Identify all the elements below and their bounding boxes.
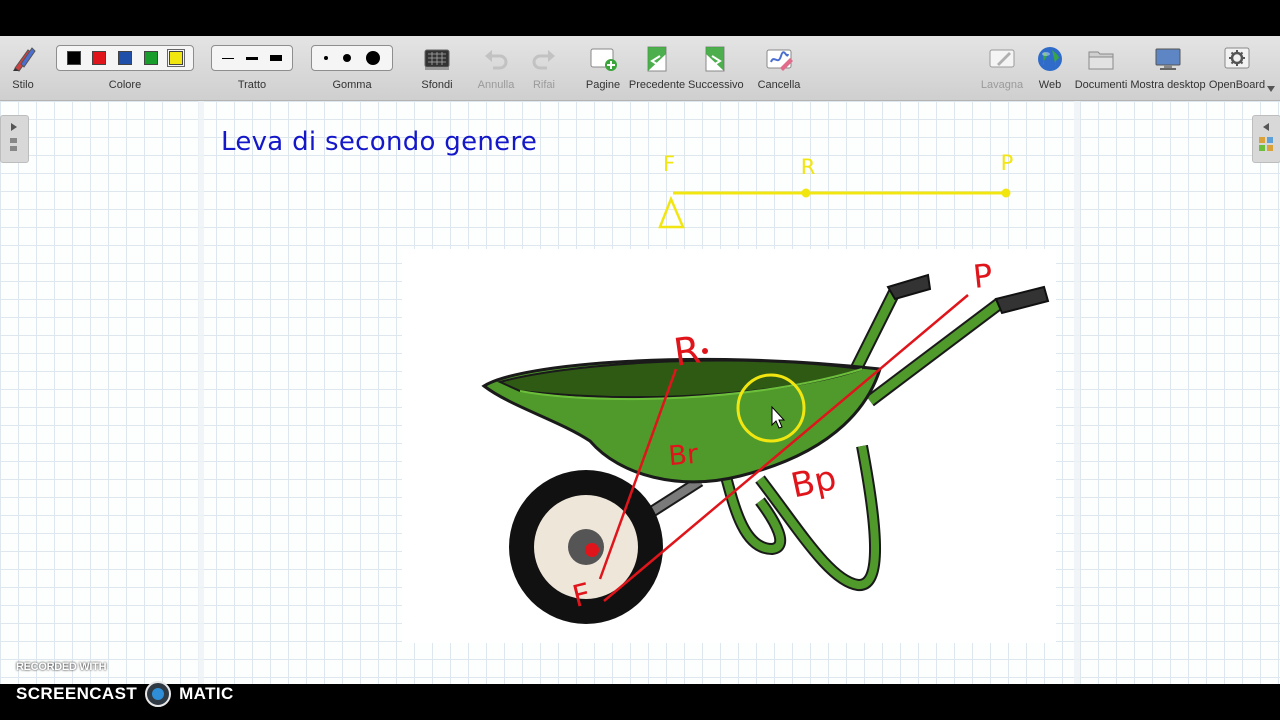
pages-button[interactable]: Pagine bbox=[582, 36, 624, 100]
web-label: Web bbox=[1038, 79, 1062, 91]
toolbar: Stilo Colore Tratto Gomma Sfondi Annulla… bbox=[0, 36, 1280, 101]
eraser-label: Gomma bbox=[332, 79, 372, 91]
openboard-label: OpenBoard bbox=[1208, 79, 1266, 91]
backgrounds-icon bbox=[424, 49, 450, 70]
show-desktop-button[interactable]: Mostra desktop bbox=[1130, 36, 1206, 100]
show-desktop-label: Mostra desktop bbox=[1130, 79, 1206, 91]
previous-label: Precedente bbox=[628, 79, 686, 91]
add-page-icon bbox=[590, 48, 617, 71]
previous-page-icon bbox=[647, 46, 667, 72]
redo-label: Rifai bbox=[532, 79, 555, 91]
redo-icon bbox=[532, 50, 555, 70]
stylus-button[interactable]: Stilo bbox=[2, 36, 44, 100]
lever-label-r: R bbox=[801, 155, 816, 179]
clear-label: Cancella bbox=[757, 79, 801, 91]
stroke-thin-button[interactable] bbox=[222, 57, 234, 59]
chevron-down-icon bbox=[1267, 86, 1275, 92]
watermark-brand-left: SCREENCAST bbox=[16, 684, 138, 703]
folder-icon bbox=[1088, 51, 1114, 70]
left-panel-icon bbox=[10, 123, 17, 151]
color-yellow-swatch[interactable] bbox=[167, 49, 186, 67]
lever-resistance-point bbox=[801, 188, 811, 198]
board-icon bbox=[989, 49, 1015, 68]
color-label: Colore bbox=[108, 79, 142, 91]
stylus-label: Stilo bbox=[12, 79, 34, 91]
clear-button[interactable]: Cancella bbox=[756, 36, 802, 100]
web-button[interactable]: Web bbox=[1030, 36, 1070, 100]
color-group bbox=[56, 45, 194, 71]
eraser-medium-button[interactable] bbox=[342, 54, 351, 62]
eraser-small-button[interactable] bbox=[323, 56, 328, 60]
globe-icon bbox=[1038, 47, 1062, 71]
monitor-icon bbox=[1155, 48, 1181, 70]
page-title: Leva di secondo genere bbox=[221, 127, 538, 157]
lever-label-p: P bbox=[1001, 151, 1014, 175]
board-label: Lavagna bbox=[980, 79, 1024, 91]
stroke-medium-button[interactable] bbox=[246, 56, 258, 60]
undo-icon bbox=[485, 50, 508, 70]
backgrounds-label: Sfondi bbox=[421, 79, 453, 91]
stylus-icon bbox=[13, 47, 36, 72]
board-button[interactable]: Lavagna bbox=[980, 36, 1024, 100]
board-canvas[interactable]: F R P R P F Br Bp Leva di secondo genere bbox=[0, 101, 1280, 684]
eraser-group bbox=[311, 45, 393, 71]
documents-button[interactable]: Documenti bbox=[1074, 36, 1128, 100]
pages-label: Pagine bbox=[585, 79, 621, 91]
color-green-swatch[interactable] bbox=[143, 51, 158, 65]
label-power: P bbox=[971, 256, 994, 296]
color-blue-swatch[interactable] bbox=[117, 51, 132, 65]
label-resistance-arm: Br bbox=[667, 439, 700, 473]
stroke-group bbox=[211, 45, 293, 71]
stroke-label: Tratto bbox=[237, 79, 267, 91]
color-black-swatch[interactable] bbox=[66, 51, 81, 65]
previous-button[interactable]: Precedente bbox=[628, 36, 686, 100]
stroke-thick-button[interactable] bbox=[270, 55, 282, 61]
redo-button[interactable]: Rifai bbox=[524, 36, 564, 100]
screencast-watermark: SCREENCAST MATIC bbox=[16, 681, 234, 707]
right-panel-tab[interactable] bbox=[1252, 115, 1280, 163]
lever-power-point bbox=[1001, 188, 1011, 198]
undo-label: Annulla bbox=[477, 79, 515, 91]
color-red-swatch[interactable] bbox=[92, 51, 107, 65]
next-button[interactable]: Successivo bbox=[688, 36, 744, 100]
screencast-logo-icon bbox=[145, 681, 172, 707]
undo-button[interactable]: Annulla bbox=[476, 36, 516, 100]
watermark-brand-right: MATIC bbox=[179, 684, 234, 703]
clear-page-icon bbox=[766, 49, 793, 71]
top-black-bar bbox=[0, 0, 1280, 36]
next-label: Successivo bbox=[688, 79, 744, 91]
left-panel-tab[interactable] bbox=[0, 115, 29, 163]
lever-diagram bbox=[658, 188, 1011, 229]
openboard-menu-button[interactable]: OpenBoard bbox=[1208, 36, 1266, 100]
right-panel-icon bbox=[1259, 123, 1273, 151]
fulcrum-triangle bbox=[658, 195, 685, 229]
backgrounds-button[interactable]: Sfondi bbox=[414, 36, 460, 100]
gear-icon bbox=[1224, 47, 1250, 69]
documents-label: Documenti bbox=[1074, 79, 1128, 91]
lever-label-f: F bbox=[663, 152, 675, 176]
eraser-large-button[interactable] bbox=[366, 51, 381, 65]
next-page-icon bbox=[705, 46, 725, 72]
canvas-drawing: F R P R P F Br Bp bbox=[198, 101, 1080, 684]
recorded-with-text: RECORDED WITH bbox=[16, 661, 107, 673]
